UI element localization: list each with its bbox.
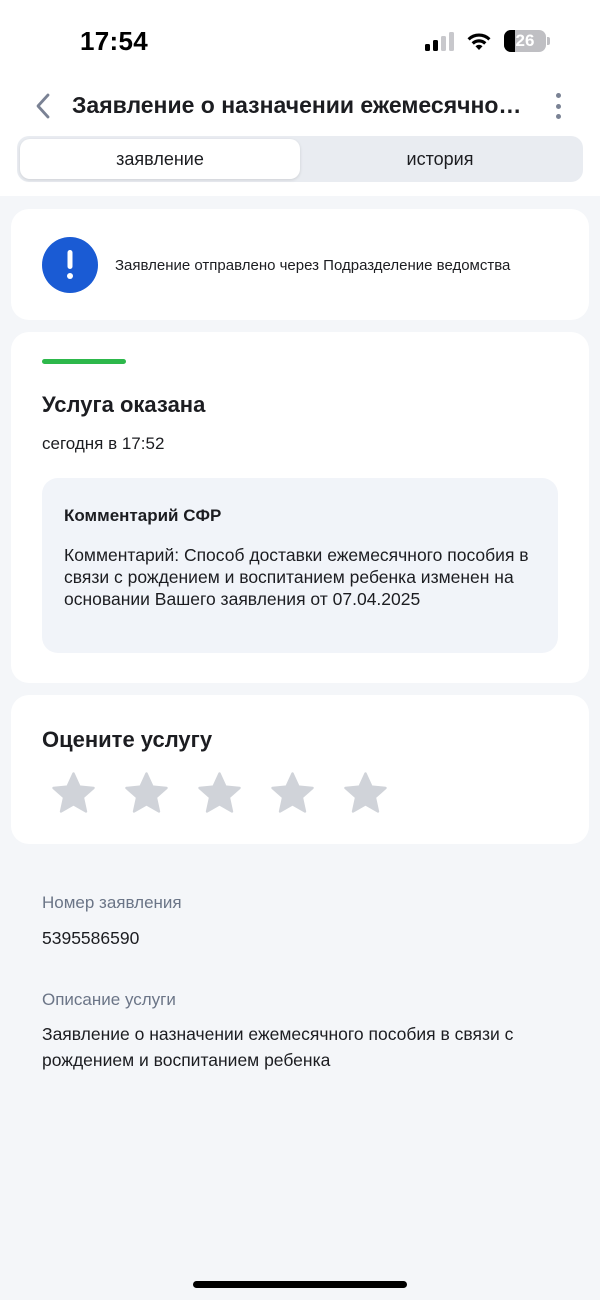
service-description-value: Заявление о назначении ежемесячного посо… — [42, 1024, 514, 1070]
back-button[interactable] — [30, 92, 58, 120]
star-icon[interactable] — [195, 769, 244, 818]
battery-level: 26 — [515, 31, 535, 50]
kebab-dot — [555, 93, 561, 98]
status-date: сегодня в 17:52 — [42, 434, 165, 453]
notice-text: Заявление отправлено через Подразделение… — [115, 257, 511, 274]
status-icons: 26 — [425, 28, 550, 54]
chevron-left-icon — [36, 93, 50, 119]
star-icon[interactable] — [122, 769, 171, 818]
kebab-dot — [555, 114, 561, 119]
kebab-dot — [555, 103, 561, 109]
exclamation-icon — [42, 237, 98, 293]
wifi-icon — [467, 33, 491, 50]
rating-card: Оцените услугу — [11, 695, 589, 844]
star-icon[interactable] — [49, 769, 98, 818]
tab-history[interactable]: история — [300, 139, 580, 179]
service-description-section: Описание услуги Заявление о назначении е… — [42, 990, 562, 1073]
application-number-section: Номер заявления 5395586590 — [42, 893, 562, 951]
notice-card: Заявление отправлено через Подразделение… — [11, 209, 589, 320]
battery-icon: 26 — [504, 30, 546, 52]
star-icon[interactable] — [268, 769, 317, 818]
more-options-button[interactable] — [548, 91, 568, 121]
status-bar: 17:54 26 — [0, 0, 600, 80]
status-progress-bar — [42, 359, 126, 364]
star-icon[interactable] — [341, 769, 390, 818]
application-number-label: Номер заявления — [42, 893, 182, 912]
status-card: Услуга оказана сегодня в 17:52 Комментар… — [11, 332, 589, 683]
tabs-container: заявление история — [0, 132, 600, 196]
status-time: 17:54 — [80, 26, 148, 56]
segmented-tabs: заявление история — [17, 136, 583, 182]
comment-text: Комментарий: Способ доставки ежемесячног… — [64, 545, 529, 609]
rating-stars — [49, 769, 390, 818]
status-title: Услуга оказана — [42, 392, 206, 417]
tab-application[interactable]: заявление — [20, 139, 300, 179]
cellular-signal-icon — [425, 31, 454, 51]
application-number-value: 5395586590 — [42, 928, 140, 948]
comment-title: Комментарий СФР — [64, 506, 222, 525]
app-header: Заявление о назначении ежемесячного посо… — [0, 80, 600, 132]
home-indicator[interactable] — [193, 1281, 407, 1288]
page-title: Заявление о назначении ежемесячного посо… — [72, 92, 522, 118]
service-description-label: Описание услуги — [42, 990, 176, 1009]
rating-title: Оцените услугу — [42, 727, 213, 752]
comment-box: Комментарий СФР Комментарий: Способ дост… — [42, 478, 558, 653]
